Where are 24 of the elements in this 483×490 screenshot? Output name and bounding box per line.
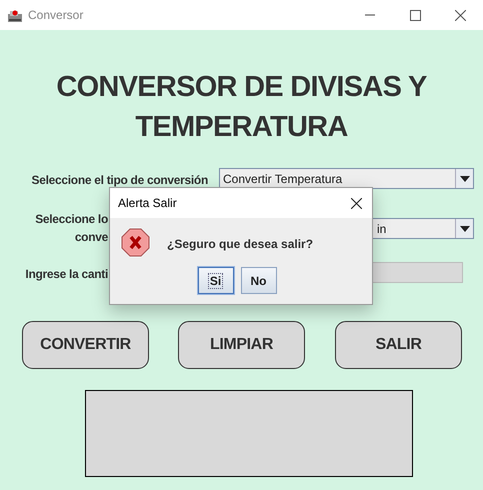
dialog-message: ¿Seguro que desea salir? <box>167 236 314 252</box>
field-label: conve <box>74 229 108 246</box>
action-button[interactable]: SALIR <box>335 321 462 369</box>
close-icon[interactable] <box>455 10 466 20</box>
heading: CONVERSOR DE DIVISAS Y TEMPERATURA <box>55 70 428 145</box>
window-title: Conversor <box>28 7 84 24</box>
dropdown[interactable]: Convertir Temperatura <box>219 168 474 189</box>
dialog-button[interactable]: Si <box>198 267 234 294</box>
error-icon <box>121 228 150 257</box>
field-label: Seleccione lo <box>35 211 108 228</box>
field-label: Ingrese la canti <box>25 266 108 283</box>
maximize-icon[interactable] <box>410 10 421 20</box>
dropdown-value: Convertir Temperatura <box>222 170 342 188</box>
dropdown-value: in <box>376 220 386 238</box>
action-button[interactable]: LIMPIAR <box>178 321 305 369</box>
dropdown-arrow-button[interactable] <box>455 219 473 238</box>
action-button[interactable]: CONVERTIR <box>22 321 149 369</box>
dropdown-arrow-button[interactable] <box>455 169 473 188</box>
field-label: Seleccione el tipo de conversión <box>32 172 208 189</box>
dialog-title: Alerta Salir <box>118 195 177 212</box>
caret-icon <box>460 226 470 232</box>
dialog-button[interactable]: No <box>240 267 276 294</box>
caret-icon <box>460 176 470 182</box>
close-icon[interactable] <box>351 198 362 208</box>
